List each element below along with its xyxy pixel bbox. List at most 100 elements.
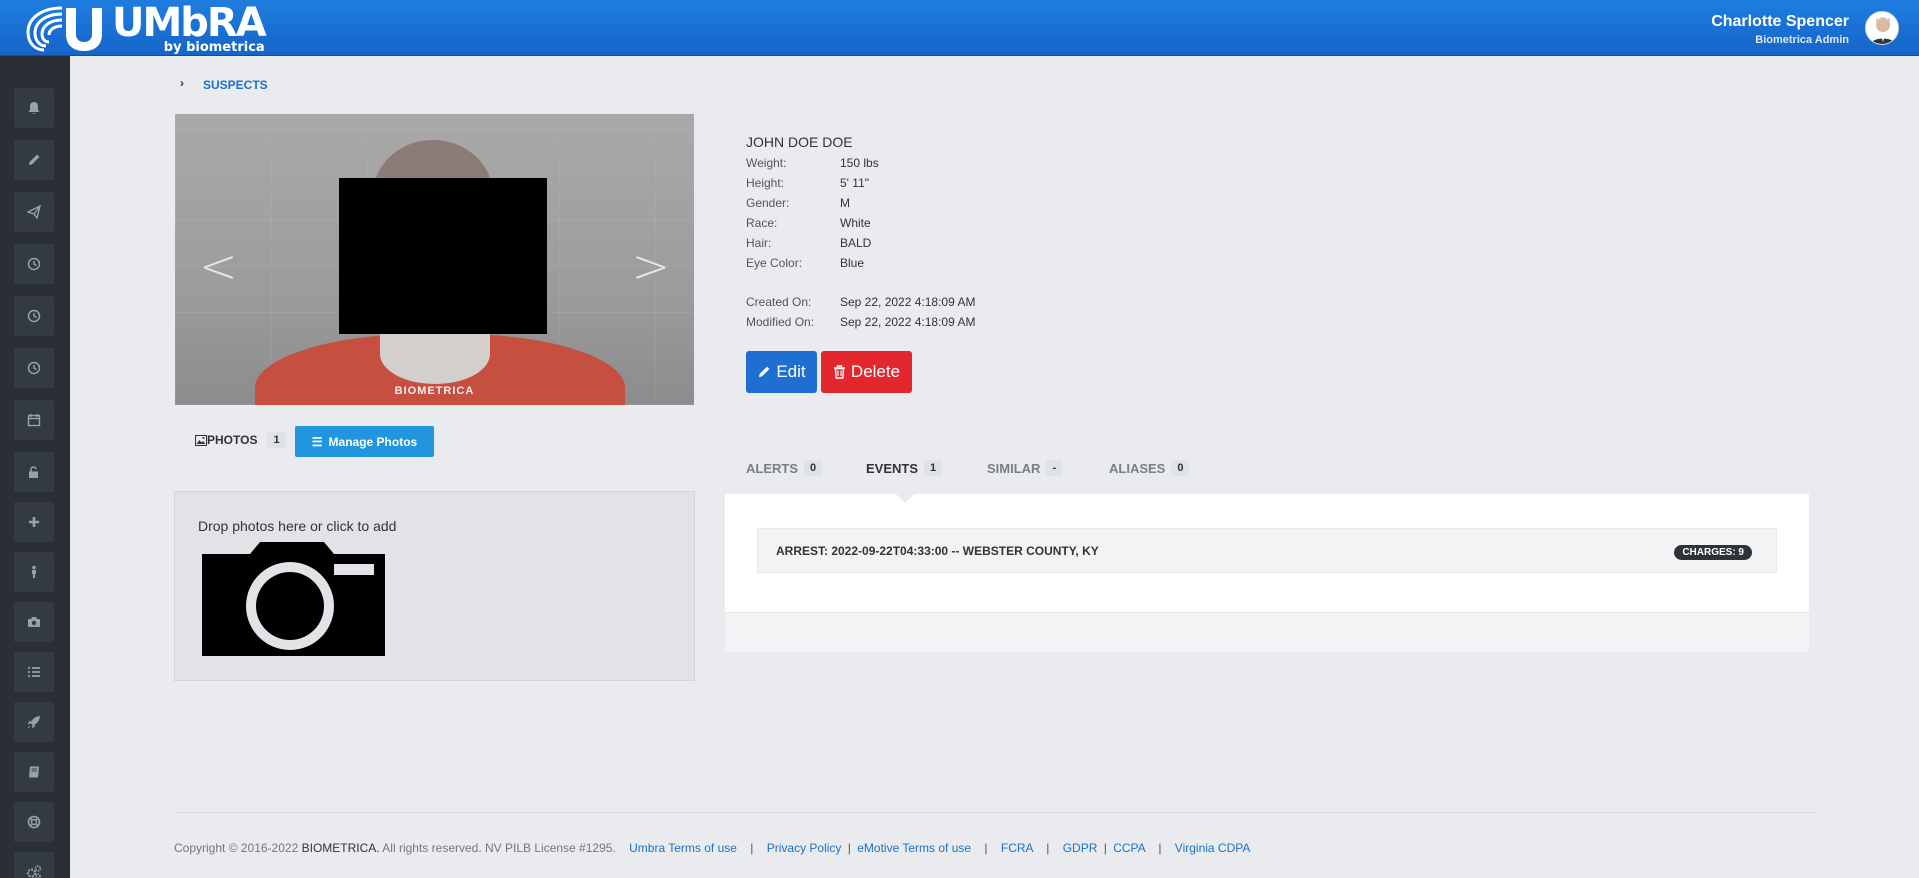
detail-race: Race: White: [746, 216, 871, 230]
sidebar-book[interactable]: [14, 752, 54, 792]
list-icon: ☰: [311, 434, 323, 449]
image-icon: [195, 434, 207, 446]
delete-button[interactable]: Delete: [821, 351, 912, 393]
active-tab-caret: [896, 494, 914, 503]
tab-similar[interactable]: SIMILAR -: [987, 460, 1063, 476]
detail-gender: Gender: M: [746, 196, 850, 210]
gears-icon: [26, 865, 42, 878]
fingerprint-u-logo-icon: [26, 6, 102, 52]
tab-alerts[interactable]: ALERTS 0: [746, 460, 823, 476]
manage-photos-button[interactable]: ☰ Manage Photos: [295, 426, 434, 457]
footer-link-umbra-terms[interactable]: Umbra Terms of use: [629, 841, 737, 855]
sidebar-list[interactable]: [14, 652, 54, 692]
edit-label: Edit: [776, 362, 806, 381]
dropzone-text: Drop photos here or click to add: [198, 518, 397, 534]
photo-dropzone[interactable]: Drop photos here or click to add: [174, 491, 695, 681]
footer-link-gdpr[interactable]: GDPR: [1063, 841, 1098, 855]
pencil-icon: [29, 154, 40, 165]
footer-link-emotive-terms[interactable]: eMotive Terms of use: [857, 841, 971, 855]
logo-title: UMbRA: [112, 0, 267, 46]
sidebar-add[interactable]: [14, 502, 54, 542]
photo-watermark: BIOMETRICA: [394, 385, 475, 397]
detail-created-on: Created On: Sep 22, 2022 4:18:09 AM: [746, 295, 976, 309]
pencil-icon: [759, 366, 770, 377]
photos-tab[interactable]: PHOTOS 1: [195, 432, 286, 448]
chevron-right-icon: ›: [180, 76, 184, 90]
clock-icon: [27, 257, 41, 271]
charges-badge: CHARGES: 9: [1674, 545, 1752, 560]
detail-hair: Hair: BALD: [746, 236, 872, 250]
list-icon: [28, 667, 40, 677]
footer-rights: All rights reserved. NV PILB License #12…: [382, 841, 616, 855]
carousel-prev-icon[interactable]: <: [199, 239, 238, 293]
clock-icon: [27, 361, 41, 375]
tab-aliases[interactable]: ALIASES 0: [1109, 460, 1190, 476]
sidebar-unlock[interactable]: [14, 452, 54, 492]
event-row[interactable]: ARREST: 2022-09-22T04:33:00 -- WEBSTER C…: [757, 528, 1777, 573]
sidebar-edit[interactable]: [14, 140, 54, 180]
alerts-count-badge: 0: [804, 460, 823, 476]
photos-count-badge: 1: [267, 432, 286, 448]
events-count-badge: 1: [924, 460, 943, 476]
unlock-icon: [29, 466, 38, 478]
sidebar-history-2[interactable]: [14, 296, 54, 336]
events-panel-footer: [725, 612, 1809, 652]
event-title: ARREST: 2022-09-22T04:33:00 -- WEBSTER C…: [776, 544, 1099, 558]
sidebar-history-3[interactable]: [14, 348, 54, 388]
user-role: Biometrica Admin: [1755, 34, 1849, 46]
breadcrumb-suspects[interactable]: SUSPECTS: [203, 78, 268, 92]
similar-count-badge: -: [1046, 460, 1063, 476]
trash-icon: [833, 365, 845, 379]
avatar[interactable]: [1865, 11, 1899, 45]
sidebar: [0, 56, 70, 878]
plus-icon: [29, 517, 39, 527]
edit-button[interactable]: Edit: [746, 351, 817, 393]
user-name: Charlotte Spencer: [1711, 13, 1849, 30]
detail-modified-on: Modified On: Sep 22, 2022 4:18:09 AM: [746, 315, 976, 329]
breadcrumb: › SUSPECTS: [70, 57, 1919, 113]
sidebar-send[interactable]: [14, 192, 54, 232]
delete-label: Delete: [850, 362, 901, 381]
sidebar-camera[interactable]: [14, 602, 54, 642]
photos-tab-label: PHOTOS: [207, 433, 258, 447]
calendar-icon: [27, 414, 41, 427]
rocket-icon: [27, 716, 40, 729]
top-header: UMbRA by biometrica Charlotte Spencer Bi…: [0, 0, 1919, 56]
footer-brand: BIOMETRICA.: [301, 841, 380, 855]
paper-plane-icon: [27, 205, 41, 219]
camera-icon: [28, 617, 40, 627]
book-icon: [29, 766, 39, 778]
person-icon: [32, 565, 36, 578]
sidebar-launch[interactable]: [14, 702, 54, 742]
suspect-name: JOHN DOE DOE: [746, 134, 853, 150]
sidebar-alerts[interactable]: [14, 88, 54, 128]
suspect-photo-carousel[interactable]: BIOMETRICA < >: [175, 114, 694, 405]
carousel-next-icon[interactable]: >: [631, 239, 670, 293]
footer-link-privacy[interactable]: Privacy Policy: [767, 841, 842, 855]
sidebar-person[interactable]: [14, 552, 54, 592]
umbra-logo[interactable]: UMbRA by biometrica: [22, 0, 267, 54]
sidebar-settings[interactable]: [14, 852, 54, 878]
sidebar-calendar[interactable]: [14, 400, 54, 440]
camera-icon: [202, 542, 385, 656]
footer-link-fcra[interactable]: FCRA: [1001, 841, 1033, 855]
sidebar-history-1[interactable]: [14, 244, 54, 284]
bell-icon: [28, 102, 40, 114]
footer-copyright: Copyright © 2016-2022: [174, 841, 299, 855]
page-footer: Copyright © 2016-2022 BIOMETRICA. All ri…: [174, 841, 1251, 855]
clock-icon: [27, 309, 41, 323]
aliases-count-badge: 0: [1171, 460, 1190, 476]
face-redaction-box: [339, 178, 547, 334]
tab-events[interactable]: EVENTS 1: [866, 460, 943, 476]
detail-height: Height: 5' 11": [746, 176, 870, 190]
lifebuoy-icon: [27, 815, 41, 829]
detail-eye-color: Eye Color: Blue: [746, 256, 865, 270]
detail-weight: Weight: 150 lbs: [746, 156, 879, 170]
user-info[interactable]: Charlotte Spencer Biometrica Admin: [1711, 13, 1849, 46]
footer-link-virginia-cdpa[interactable]: Virginia CDPA: [1175, 841, 1251, 855]
sidebar-help[interactable]: [14, 802, 54, 842]
user-avatar-icon: [1870, 17, 1896, 44]
footer-link-ccpa[interactable]: CCPA: [1113, 841, 1145, 855]
footer-divider: [174, 812, 1814, 813]
manage-photos-label: Manage Photos: [328, 434, 418, 449]
